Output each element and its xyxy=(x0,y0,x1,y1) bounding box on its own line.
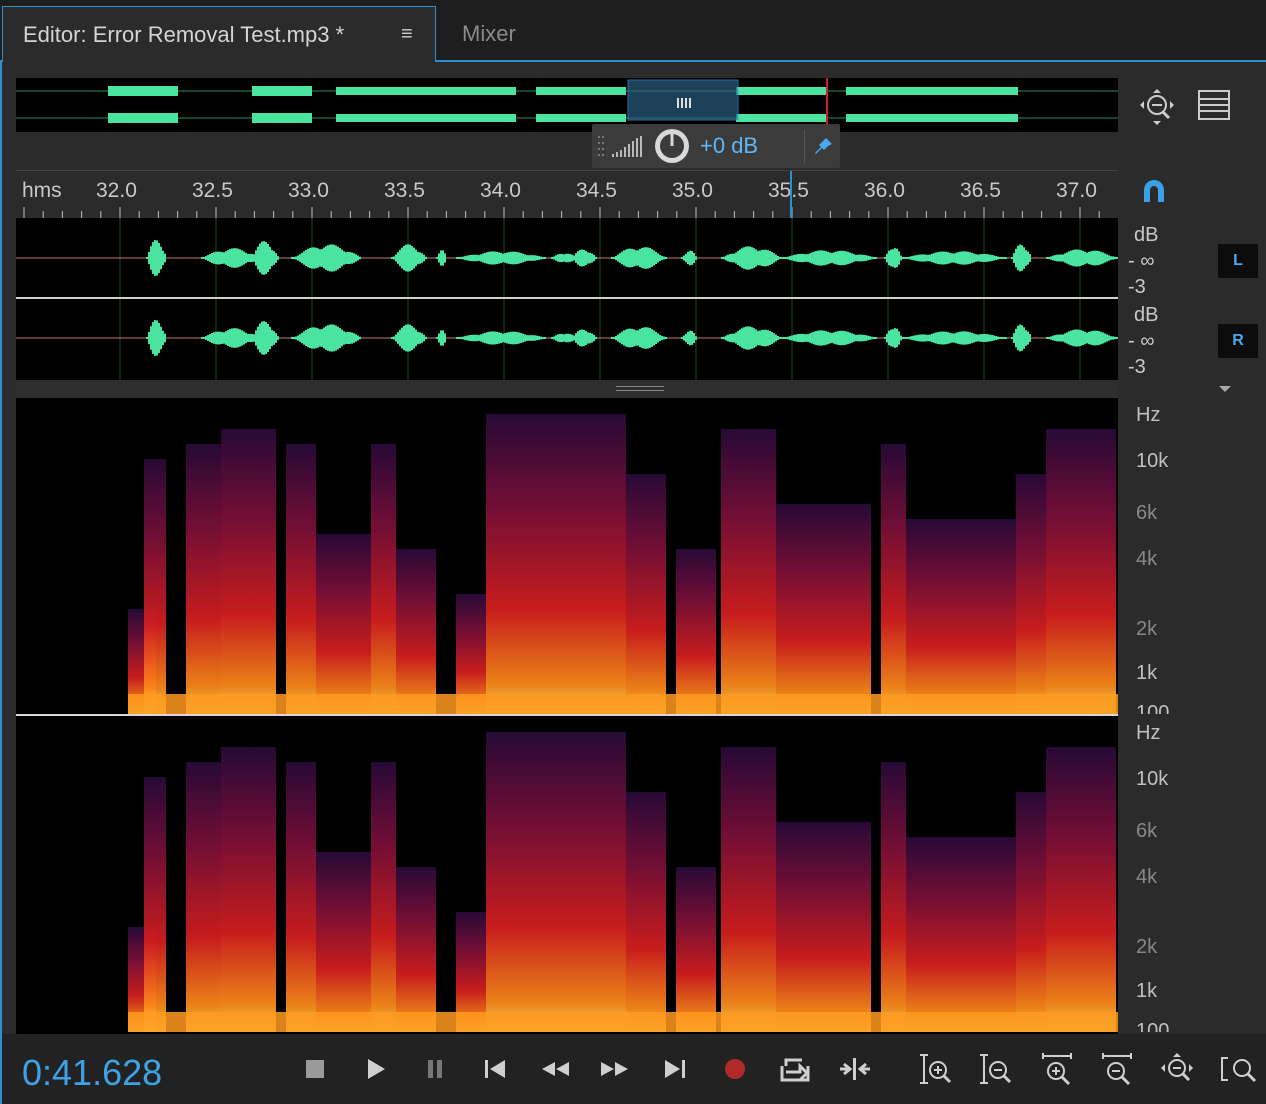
zoom-in-time-icon[interactable] xyxy=(1040,1052,1074,1086)
right-inf-label: - ∞ xyxy=(1128,330,1155,352)
zoom-out-amplitude-icon[interactable] xyxy=(978,1052,1012,1086)
timecode-display[interactable]: 0:41.628 xyxy=(22,1052,162,1094)
left-db-label: dB xyxy=(1134,224,1159,246)
ruler-tick-label: 32.5 xyxy=(192,179,233,202)
freq-label: 10k xyxy=(1136,450,1169,472)
volume-meter-icon xyxy=(612,136,642,157)
play-button[interactable] xyxy=(358,1052,392,1086)
volume-hud: +0 dB xyxy=(592,124,840,168)
freq-label: 100 xyxy=(1136,1020,1170,1032)
ruler-tick-label: 34.5 xyxy=(576,179,617,202)
ruler-tick-label: 35.0 xyxy=(672,179,713,202)
ruler-tick-label: 36.0 xyxy=(864,179,905,202)
ruler-tick-label: 32.0 xyxy=(96,179,137,202)
chevron-down-icon[interactable] xyxy=(1218,384,1232,394)
amplitude-scale: dB - ∞ -3 L dB - ∞ -3 R xyxy=(1118,218,1266,380)
ruler-tick-label: 37.0 xyxy=(1056,179,1097,202)
tab-editor-label: Editor: Error Removal Test.mp3 * xyxy=(23,22,345,47)
zoom-selection-icon[interactable] xyxy=(1218,1052,1266,1086)
freq-label: 10k xyxy=(1136,768,1169,790)
freq-label: 2k xyxy=(1136,936,1158,958)
spectral-frequency-display[interactable] xyxy=(16,398,1118,1034)
channel-left-button[interactable]: L xyxy=(1218,244,1258,278)
record-button[interactable] xyxy=(718,1052,752,1086)
list-view-icon[interactable] xyxy=(1198,90,1230,120)
zoom-out-time-icon[interactable] xyxy=(1100,1052,1134,1086)
freq-label: 100 xyxy=(1136,702,1170,714)
grip-icon xyxy=(616,386,664,391)
hz-unit-label: Hz xyxy=(1136,404,1161,426)
volume-value[interactable]: +0 dB xyxy=(700,133,758,159)
transport-bar xyxy=(2,1034,1266,1104)
ruler-tick-label: 36.5 xyxy=(960,179,1001,202)
ruler-tick-label: 34.0 xyxy=(480,179,521,202)
channel-right-button[interactable]: R xyxy=(1218,324,1258,358)
freq-label: 6k xyxy=(1136,820,1158,842)
ruler-tick-label: 35.5 xyxy=(768,179,809,202)
waveform-display[interactable] xyxy=(16,218,1118,380)
hz-unit-label: Hz xyxy=(1136,722,1161,744)
pause-button[interactable] xyxy=(418,1052,452,1086)
freq-label: 1k xyxy=(1136,662,1158,684)
left-inf-label: - ∞ xyxy=(1128,250,1155,272)
ruler-tick-label: 33.0 xyxy=(288,179,329,202)
magnet-icon[interactable] xyxy=(1140,178,1168,206)
overview-waveform xyxy=(16,78,1118,132)
right-db-label: dB xyxy=(1134,304,1159,326)
skip-selection-button[interactable] xyxy=(838,1052,872,1086)
go-to-end-button[interactable] xyxy=(658,1052,692,1086)
tab-editor[interactable]: Editor: Error Removal Test.mp3 * ≡ xyxy=(2,6,436,62)
left-minus3-label: -3 xyxy=(1128,276,1146,298)
spectrogram xyxy=(16,414,1118,1032)
panel-menu-icon[interactable]: ≡ xyxy=(401,23,413,46)
time-ruler[interactable]: hms 32.0 32.5 33.0 33.5 34.0 34.5 35.0 3… xyxy=(16,170,1118,219)
hud-separator xyxy=(804,130,805,164)
right-minus3-label: -3 xyxy=(1128,356,1146,378)
zoom-out-full-icon[interactable] xyxy=(1160,1052,1194,1086)
volume-knob[interactable] xyxy=(654,128,690,164)
freq-label: 4k xyxy=(1136,548,1158,570)
rewind-button[interactable] xyxy=(538,1052,572,1086)
ruler-unit-label: hms xyxy=(22,179,62,202)
tab-mixer-label: Mixer xyxy=(462,21,516,46)
fast-forward-button[interactable] xyxy=(598,1052,632,1086)
freq-label: 6k xyxy=(1136,502,1158,524)
tab-mixer[interactable]: Mixer xyxy=(440,6,560,62)
loop-button[interactable] xyxy=(778,1052,812,1086)
zoom-navigator-icon[interactable] xyxy=(1138,88,1176,126)
zoom-in-amplitude-icon[interactable] xyxy=(918,1052,952,1086)
freq-label: 2k xyxy=(1136,618,1158,640)
freq-label: 1k xyxy=(1136,980,1158,1002)
go-to-start-button[interactable] xyxy=(478,1052,512,1086)
frequency-scale: Hz 10k 6k 4k 2k 1k 100 Hz 10k 6k 4k 2k 1… xyxy=(1118,398,1266,1034)
overview-navigator[interactable] xyxy=(16,78,1118,132)
view-divider-handle[interactable] xyxy=(16,380,1118,398)
stop-button[interactable] xyxy=(298,1052,332,1086)
freq-label: 4k xyxy=(1136,866,1158,888)
playhead-ruler-marker[interactable] xyxy=(790,171,792,219)
ruler-tick-label: 33.5 xyxy=(384,179,425,202)
waveform-channels xyxy=(16,218,1118,380)
pin-icon[interactable] xyxy=(814,136,834,156)
grip-icon[interactable] xyxy=(596,132,606,160)
